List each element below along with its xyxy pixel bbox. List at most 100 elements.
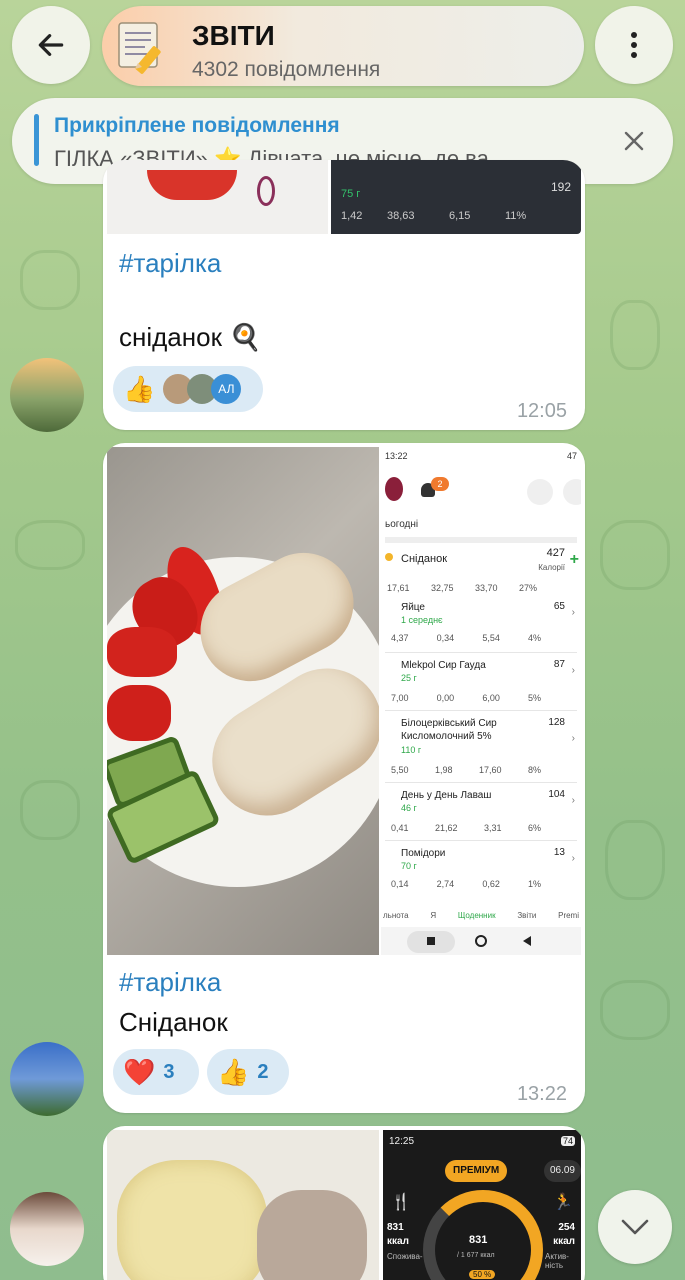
macro-value: 3,31: [483, 823, 502, 833]
food-macros: 0,14 2,74 0,62 1%: [391, 879, 541, 889]
nav-item[interactable]: Premi: [558, 895, 579, 925]
reaction-count: 3: [163, 1060, 175, 1083]
chevron-down-icon: [621, 1219, 649, 1235]
pinned-title: Прикріплене повідомлення: [54, 114, 340, 137]
home-icon: [475, 935, 487, 947]
macro-value: 32,75: [430, 583, 454, 593]
onion-slice: [257, 176, 275, 206]
message-bubble[interactable]: 12:25 74 ПРЕМІУМ 06.09 831 / 1 677 ккал …: [103, 1126, 585, 1280]
message-count: 4302 повідомлення: [192, 58, 381, 81]
sun-icon: [385, 553, 393, 561]
food-name: День у День Лаваш: [401, 790, 492, 801]
consumed-unit: ккал: [387, 1236, 409, 1247]
photo-breakfast-plate[interactable]: [107, 447, 379, 955]
macro-value: 0,00: [436, 693, 455, 703]
pinned-indicator: [34, 114, 39, 166]
macro-value: 11%: [505, 210, 527, 222]
food-name: Помідори: [401, 848, 446, 859]
food-amount: 25 г: [401, 673, 417, 683]
back-triangle-icon: [523, 936, 531, 946]
photo-vegetables[interactable]: [107, 160, 328, 234]
food-row[interactable]: Білоцерківський Сир Кисломолочний 5% 128…: [385, 713, 577, 783]
food-name: Mlekpol Сир Гауда: [401, 660, 486, 671]
calendar-icon[interactable]: [563, 479, 581, 505]
fork-knife-icon: 🍴: [391, 1194, 411, 1211]
wallpaper-doodle: [600, 980, 670, 1040]
premium-label: ПРЕМІУМ: [453, 1165, 500, 1176]
battery-level: 47: [566, 451, 577, 461]
wallpaper-doodle: [20, 780, 80, 840]
date-chip[interactable]: 06.09: [543, 1160, 581, 1182]
food-row[interactable]: Mlekpol Сир Гауда 87 25 г 7,00 0,00 6,00…: [385, 655, 577, 711]
reaction-like[interactable]: 👍 2: [207, 1049, 289, 1095]
close-pinned-button[interactable]: [617, 124, 651, 158]
activity-label: Актив-ність: [545, 1252, 569, 1270]
macro-value: 7,00: [391, 693, 409, 703]
hashtag-link[interactable]: #тарілка: [119, 248, 221, 279]
chevron-right-icon: ›: [571, 795, 575, 806]
user-avatar[interactable]: [10, 358, 84, 432]
food-row[interactable]: Яйце 65 1 середнє 4,37 0,34 5,54 4% ›: [385, 597, 577, 653]
hashtag-link[interactable]: #тарілка: [119, 967, 221, 998]
more-vertical-icon: [631, 32, 637, 58]
food-row[interactable]: День у День Лаваш 104 46 г 0,41 21,62 3,…: [385, 785, 577, 841]
status-time: 12:25: [389, 1136, 415, 1147]
more-options-button[interactable]: [595, 6, 673, 84]
macro-value: 1,42: [341, 210, 363, 222]
meal-macros: 17,61 32,75 33,70 27%: [387, 583, 537, 593]
notification-count: 2: [431, 477, 449, 491]
thumbs-up-icon: 👍: [123, 373, 156, 404]
activity-kcal: 254: [558, 1222, 575, 1233]
app-screenshot-diary[interactable]: 13:22 47 2 ьогодні Сніданок 427 Калорії …: [381, 447, 581, 955]
macro-value: 5,54: [482, 633, 500, 643]
user-avatar[interactable]: [10, 1042, 84, 1116]
chevron-right-icon: ›: [571, 665, 575, 676]
search-icon[interactable]: [527, 479, 553, 505]
divider: [385, 537, 577, 543]
chat-title: ЗВІТИ: [192, 20, 275, 51]
tomato-slice: [147, 170, 237, 200]
app-bottom-nav: льнота Я Щоденник Звіти Premi: [381, 895, 581, 925]
user-avatar[interactable]: [10, 1192, 84, 1266]
meal-kcal-label: Калорії: [538, 563, 565, 572]
nav-item[interactable]: Я: [430, 895, 436, 925]
food-row[interactable]: Помідори 13 70 г 0,14 2,74 0,62 1% ›: [385, 843, 577, 893]
add-food-icon[interactable]: +: [570, 551, 579, 569]
scroll-down-button[interactable]: [598, 1190, 672, 1264]
tomato-slice: [107, 685, 171, 741]
message-bubble[interactable]: 13:22 47 2 ьогодні Сніданок 427 Калорії …: [103, 443, 585, 1113]
message-text: сніданок 🍳: [119, 322, 262, 352]
tuna: [257, 1190, 367, 1280]
food-macros: 7,00 0,00 6,00 5%: [391, 693, 541, 703]
app-screenshot-dark[interactable]: 75 г 192 1,42 38,63 6,15 11%: [331, 160, 581, 234]
reaction-heart[interactable]: ❤️ 3: [113, 1049, 199, 1095]
macro-value: 5%: [527, 693, 541, 703]
nav-item-active[interactable]: Щоденник: [458, 895, 496, 925]
food-amount: 1 середнє: [401, 615, 443, 625]
macro-value: 1,98: [434, 765, 453, 775]
wallpaper-doodle: [20, 250, 80, 310]
macro-value: 4,37: [391, 633, 409, 643]
notepad-pencil-icon: [110, 14, 174, 78]
reaction-count: 2: [257, 1060, 269, 1083]
app-screenshot-dashboard[interactable]: 12:25 74 ПРЕМІУМ 06.09 831 / 1 677 ккал …: [383, 1130, 581, 1280]
chat-header[interactable]: ЗВІТИ 4302 повідомлення: [102, 6, 584, 86]
photo-pasta[interactable]: [107, 1130, 379, 1280]
premium-badge[interactable]: ПРЕМІУМ: [445, 1160, 508, 1182]
reactor-badge: АЛ: [211, 374, 242, 404]
macro-value: 21,62: [434, 823, 458, 833]
reaction-like[interactable]: 👍 АЛ: [113, 366, 263, 412]
food-amount: 75 г: [341, 188, 361, 200]
running-icon: 🏃: [553, 1194, 573, 1211]
nav-item[interactable]: Звіти: [517, 895, 536, 925]
nav-item[interactable]: льнота: [383, 895, 409, 925]
message-bubble[interactable]: 75 г 192 1,42 38,63 6,15 11% #тарілка сн…: [103, 160, 585, 430]
macro-value: 0,41: [391, 823, 409, 833]
back-button[interactable]: [12, 6, 90, 84]
consumed-kcal: 831: [387, 1222, 404, 1233]
food-macros: 4,37 0,34 5,54 4%: [391, 633, 541, 643]
day-label: ьогодні: [385, 519, 419, 530]
food-macros: 5,50 1,98 17,60 8%: [391, 765, 541, 775]
heart-icon: ❤️: [123, 1056, 156, 1087]
meal-kcal: 427: [546, 547, 565, 559]
